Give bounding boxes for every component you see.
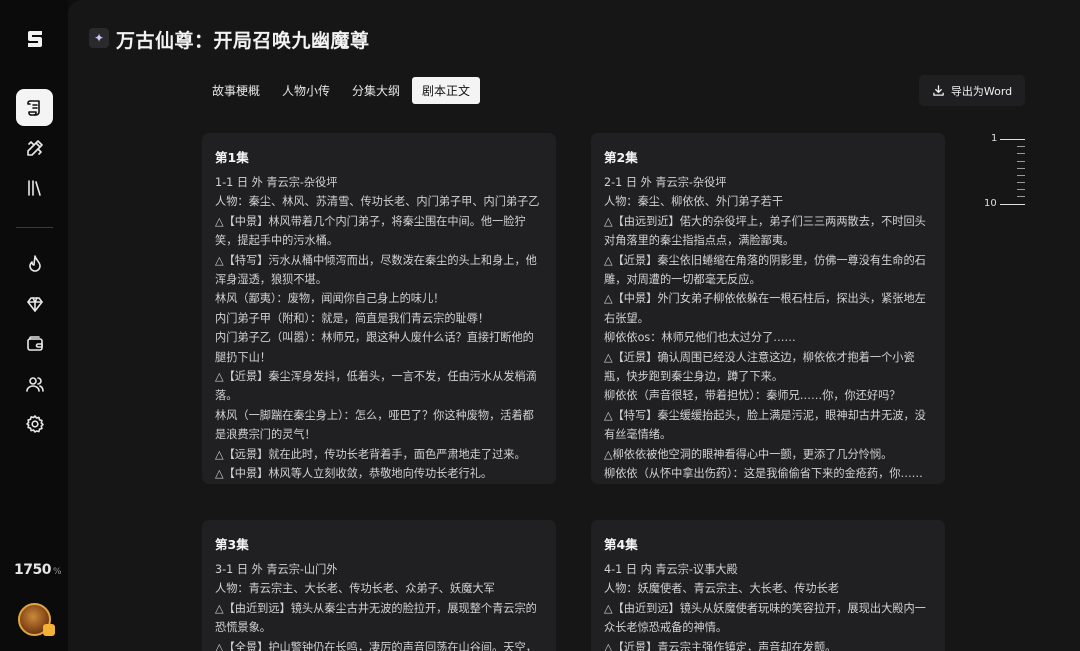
nav-wallet[interactable] <box>16 325 53 362</box>
scale-tick <box>1017 161 1025 162</box>
export-word-button[interactable]: 导出为Word <box>919 75 1025 106</box>
scale-tick <box>1017 146 1025 147</box>
script-line: △【由近到远】镜头从秦尘古井无波的脸拉开，展现整个青云宗的恐慌景象。 <box>215 601 537 635</box>
scale-top-label: 1 <box>991 133 998 144</box>
sidebar: 1750 % <box>0 0 68 651</box>
credits-display: 1750 % <box>14 562 62 578</box>
script-line: △【近景】秦尘依旧蜷缩在角落的阴影里，仿佛一尊没有生命的石雕，对周遭的一切都毫无… <box>604 253 926 287</box>
scale-tick <box>1017 196 1025 197</box>
script-icon <box>26 99 40 116</box>
episode-title: 第4集 <box>604 537 638 552</box>
pencil-ruler-icon <box>26 139 43 156</box>
episode-title: 第1集 <box>215 150 249 165</box>
script-line: △【近景】青云宗主强作镇定，声音却在发颤。 <box>604 640 837 651</box>
script-line: △【由近到远】镜头从妖魔使者玩味的笑容拉开，展现出大殿内一众长老惊恐戒备的神情。 <box>604 601 926 635</box>
scale-tick <box>1017 182 1025 183</box>
scale-tick <box>1000 139 1025 140</box>
wallet-icon <box>26 335 43 351</box>
script-line: △【中景】林风等人立刻收敛，恭敬地向传功长老行礼。 <box>215 467 493 481</box>
script-line: 人物：妖魔使者、青云宗主、大长老、传功长老 <box>604 582 839 596</box>
script-line: 林风（鄙夷）：废物，闻闻你自己身上的味儿！ <box>215 292 445 306</box>
page-title: 万古仙尊：开局召唤九幽魔尊 <box>116 30 370 52</box>
nav-library[interactable] <box>16 169 53 206</box>
scale-tick <box>1017 168 1025 169</box>
credits-unit: % <box>52 567 62 577</box>
script-line: △【中景】林风带着几个内门弟子，将秦尘围在中间。他一脸狞笑，提起手中的污水桶。 <box>215 214 526 248</box>
nav-trending[interactable] <box>16 245 53 282</box>
library-icon <box>27 179 41 196</box>
main-panel: ✦ 万古仙尊：开局召唤九幽魔尊 故事梗概 人物小传 分集大纲 剧本正文 导出为W… <box>68 0 1080 651</box>
nav-settings[interactable] <box>16 405 53 442</box>
flame-icon <box>28 254 41 272</box>
export-label: 导出为Word <box>950 84 1013 98</box>
script-line: △【远景】就在此时，传功长老背着手，面色严肃地走了过来。 <box>215 447 526 461</box>
episode-scale[interactable]: 1 10 <box>968 133 1028 213</box>
script-line: △柳依依被他空洞的眼神看得心中一颤，更添了几分怜悯。 <box>604 447 893 461</box>
script-line: △【近景】确认周围已经没人注意这边，柳依依才抱着一个小瓷瓶，快步跑到秦尘身边，蹲… <box>604 350 915 384</box>
avatar-badge <box>43 624 55 636</box>
script-line: 2-1 日 外 青云宗-杂役坪 <box>604 176 727 189</box>
script-line: △【全景】护山警钟仍在长鸣，凄厉的声音回荡在山谷间。天空， <box>215 640 537 651</box>
script-line: 1-1 日 外 青云宗-杂役坪 <box>215 176 338 189</box>
script-line: 人物：青云宗主、大长老、传功长老、众弟子、妖魔大军 <box>215 582 495 596</box>
script-line: △【由远到近】偌大的杂役坪上，弟子们三三两两散去，不时回头对角落里的秦尘指指点点… <box>604 214 926 248</box>
tab-episode-outline[interactable]: 分集大纲 <box>342 77 410 104</box>
script-line: 柳依依（从怀中拿出伤药）：这是我偷偷省下来的金疮药，你…… <box>604 467 923 481</box>
episode-title: 第2集 <box>604 150 638 165</box>
scale-tick <box>1000 204 1025 205</box>
script-line: 内门弟子甲（附和）：就是，简直是我们青云宗的耻辱！ <box>215 311 490 325</box>
diamond-icon <box>26 296 43 312</box>
users-icon <box>25 376 44 392</box>
nav-script[interactable] <box>16 89 53 126</box>
script-line: 4-1 日 内 青云宗-议事大殿 <box>604 563 738 576</box>
app-logo[interactable] <box>24 28 46 50</box>
script-line: 内门弟子乙（叫嚣）：林师兄，跟这种人废什么话？直接打断他的腿扔下山！ <box>215 331 534 364</box>
tab-script-body[interactable]: 剧本正文 <box>412 77 481 104</box>
episode-title: 第3集 <box>215 537 249 552</box>
scale-tick <box>1017 153 1025 154</box>
download-icon <box>933 85 944 96</box>
script-line: 林风（一脚踹在秦尘身上）：怎么，哑巴了？你这种废物，活着都是浪费宗门的灵气！ <box>215 408 534 442</box>
scale-tick <box>1017 175 1025 176</box>
script-line: △【近景】秦尘浑身发抖，低着头，一言不发，任由污水从发梢滴落。 <box>215 370 537 403</box>
episode-card-4[interactable]: 第4集 4-1 日 内 青云宗-议事大殿 人物：妖魔使者、青云宗主、大长老、传功… <box>591 520 945 651</box>
scale-tick <box>1017 189 1025 190</box>
gear-icon <box>25 414 44 433</box>
script-line: 柳依依os：林师兄他们也太过分了…… <box>604 331 796 345</box>
script-line: △【中景】外门女弟子柳依依躲在一根石柱后，探出头，紧张地左右张望。 <box>604 292 926 325</box>
tab-story-synopsis[interactable]: 故事梗概 <box>202 77 270 104</box>
episode-card-1[interactable]: 第1集 1-1 日 外 青云宗-杂役坪 人物：秦尘、林风、苏清雪、传功长老、内门… <box>202 133 556 484</box>
scale-bottom-label: 10 <box>984 198 997 209</box>
script-line: 人物：秦尘、林风、苏清雪、传功长老、内门弟子甲、内门弟子乙 <box>215 195 540 209</box>
script-line: 人物：秦尘、柳依依、外门弟子若干 <box>604 195 784 209</box>
episode-card-3[interactable]: 第3集 3-1 日 外 青云宗-山门外 人物：青云宗主、大长老、传功长老、众弟子… <box>202 520 556 651</box>
script-line: 柳依依（声音很轻，带着担忧）：秦师兄……你，你还好吗？ <box>604 389 901 403</box>
tab-bar: 故事梗概 人物小传 分集大纲 剧本正文 <box>202 75 481 106</box>
nav-tools[interactable] <box>16 129 53 166</box>
sidebar-divider <box>16 227 53 228</box>
tab-character-bios[interactable]: 人物小传 <box>272 77 340 104</box>
episode-card-2[interactable]: 第2集 2-1 日 外 青云宗-杂役坪 人物：秦尘、柳依依、外门弟子若干 △【由… <box>591 133 945 484</box>
nav-premium[interactable] <box>16 285 53 322</box>
script-line: △【特写】秦尘缓缓抬起头，脸上满是污泥，眼神却古井无波，没有丝毫情绪。 <box>604 408 926 442</box>
script-line: △【特写】污水从桶中倾泻而出，尽数泼在秦尘的头上和身上，他浑身湿透，狼狈不堪。 <box>215 253 537 287</box>
sparkle-icon: ✦ <box>89 28 109 48</box>
nav-users[interactable] <box>16 365 53 402</box>
credits-value: 1750 <box>14 562 51 578</box>
script-line: 3-1 日 外 青云宗-山门外 <box>215 563 338 576</box>
